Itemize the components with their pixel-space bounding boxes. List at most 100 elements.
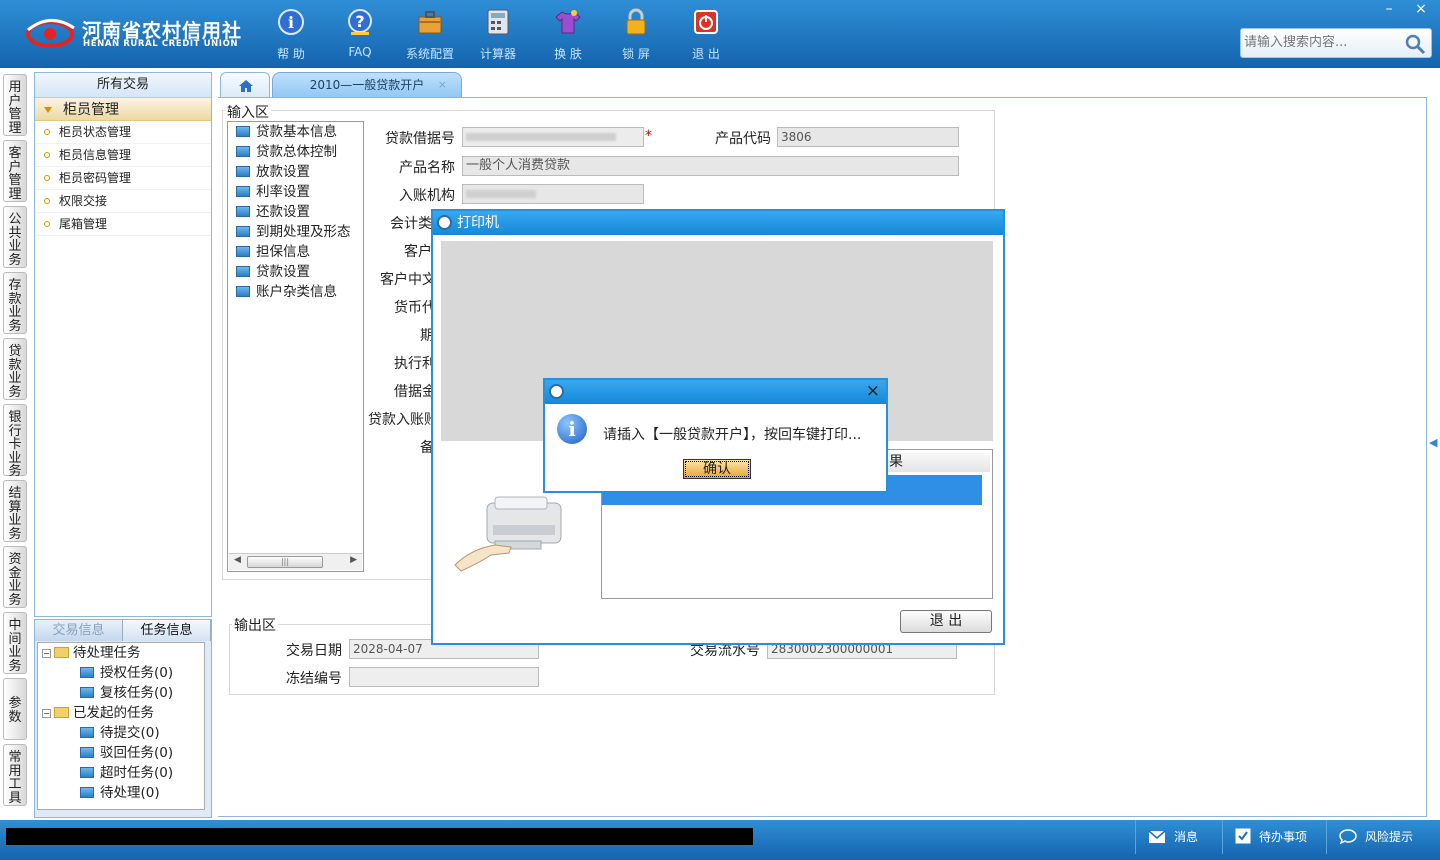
- exit-button[interactable]: 退 出: [678, 8, 734, 62]
- task-node-label: 驳回任务(0): [100, 745, 174, 761]
- faq-button[interactable]: ? FAQ: [332, 8, 388, 62]
- menu-item-teller-password[interactable]: 柜员密码管理: [35, 167, 211, 190]
- vtab-settlement-business[interactable]: 结算业务: [3, 480, 27, 542]
- risk-alert-button[interactable]: 风险提示: [1326, 820, 1440, 854]
- todo-button[interactable]: 待办事项: [1222, 820, 1322, 854]
- tab-task-info[interactable]: 任务信息: [123, 620, 211, 641]
- tree-item-loan-settings[interactable]: 贷款设置: [236, 262, 310, 282]
- tab-close-icon[interactable]: ×: [438, 73, 447, 97]
- exit-label: 退 出: [692, 47, 720, 61]
- task-node-pending[interactable]: − 待处理任务: [42, 643, 141, 663]
- folder-icon: [54, 707, 69, 718]
- task-node-label: 复核任务(0): [100, 685, 174, 701]
- task-node-rejected[interactable]: 驳回任务(0): [80, 743, 173, 763]
- vtab-bank-card-business[interactable]: 银行卡业务: [3, 404, 27, 478]
- messages-button[interactable]: 消息: [1135, 820, 1213, 854]
- menu-item-teller-status[interactable]: 柜员状态管理: [35, 121, 211, 144]
- skin-button[interactable]: 换 肤: [540, 8, 596, 62]
- folder-icon: [236, 166, 250, 177]
- envelope-icon: [1148, 830, 1166, 843]
- lock-screen-label: 锁 屏: [622, 47, 650, 61]
- minimize-button[interactable]: –: [1374, 0, 1404, 18]
- vertical-module-tabs: 用户管理 客户管理 公共业务 存款业务 贷款业务 银行卡业务 结算业务 资金业务…: [0, 68, 30, 820]
- tree-item-interest-settings[interactable]: 利率设置: [236, 182, 310, 202]
- product-name-field[interactable]: 一般个人消费贷款: [462, 156, 959, 176]
- vtab-funds-business[interactable]: 资金业务: [3, 546, 27, 608]
- tree-item-maturity-handling[interactable]: 到期处理及形态: [236, 222, 351, 242]
- menu-item-cash-box[interactable]: 尾箱管理: [35, 213, 211, 236]
- tree-item-label: 贷款总体控制: [256, 144, 337, 160]
- tree-item-label: 利率设置: [256, 184, 310, 200]
- task-node-timeout[interactable]: 超时任务(0): [80, 763, 173, 783]
- horizontal-scrollbar[interactable]: ◀ ||| ▶: [229, 553, 362, 570]
- vtab-user-management[interactable]: 用户管理: [3, 74, 27, 136]
- tab-transaction-info[interactable]: 交易信息: [35, 620, 123, 641]
- menu-item-label: 柜员状态管理: [59, 125, 132, 139]
- tree-item-repayment-settings[interactable]: 还款设置: [236, 202, 310, 222]
- collapse-icon[interactable]: −: [42, 709, 51, 718]
- printer-exit-button[interactable]: 退 出: [900, 610, 992, 633]
- vtab-public-business[interactable]: 公共业务: [3, 206, 27, 268]
- search-icon[interactable]: [1403, 32, 1427, 56]
- tree-item-loan-basic-info[interactable]: 贷款基本信息: [236, 122, 337, 142]
- vtab-intermediary-business[interactable]: 中间业务: [3, 612, 27, 674]
- column-header-result[interactable]: 果: [882, 452, 990, 472]
- vtab-loan-business[interactable]: 贷款业务: [3, 338, 27, 400]
- confirm-button[interactable]: 确认: [683, 459, 751, 479]
- tree-item-loan-overall-control[interactable]: 贷款总体控制: [236, 142, 337, 162]
- tree-item-disbursement-settings[interactable]: 放款设置: [236, 162, 310, 182]
- collapse-right-arrow-icon[interactable]: ◀: [1429, 436, 1437, 449]
- home-tab[interactable]: [220, 72, 270, 98]
- entry-org-label: 入账机构: [399, 188, 455, 204]
- dialog-close-icon[interactable]: ×: [866, 381, 880, 401]
- menu-item-permission-handover[interactable]: 权限交接: [35, 190, 211, 213]
- task-node-label: 待提交(0): [100, 725, 160, 741]
- product-code-field[interactable]: 3806: [777, 127, 959, 147]
- loan-no-field[interactable]: [462, 127, 644, 147]
- task-node-label: 待处理(0): [100, 785, 160, 801]
- scroll-right-arrow-icon[interactable]: ▶: [350, 555, 357, 565]
- entry-org-field[interactable]: [462, 184, 644, 204]
- tree-item-account-misc[interactable]: 账户杂类信息: [236, 282, 337, 302]
- information-icon: i: [557, 414, 587, 444]
- tab-label: 2010—一般贷款开户: [309, 78, 425, 92]
- folder-icon: [236, 146, 250, 157]
- vtab-deposit-business[interactable]: 存款业务: [3, 272, 27, 334]
- task-panel: 交易信息 任务信息 − 待处理任务 授权任务(0) 复核任务(0) − 已发起的任务…: [34, 619, 212, 818]
- input-nav-tree: 贷款基本信息 贷款总体控制 放款设置 利率设置 还款设置 到期处理及形态 担保信…: [227, 121, 364, 572]
- tree-item-guarantee-info[interactable]: 担保信息: [236, 242, 310, 262]
- vtab-common-tools[interactable]: 常用工具: [3, 744, 27, 806]
- svg-text:?: ?: [355, 12, 364, 31]
- system-config-button[interactable]: 系统配置: [402, 8, 458, 62]
- tab-loan-account-opening[interactable]: 2010—一般贷款开户 ×: [272, 72, 462, 98]
- toolbox-icon: [418, 11, 442, 34]
- close-window-button[interactable]: ×: [1406, 0, 1436, 18]
- freeze-no-field[interactable]: [349, 667, 539, 687]
- menu-item-teller-info[interactable]: 柜员信息管理: [35, 144, 211, 167]
- collapse-icon[interactable]: −: [42, 649, 51, 658]
- printer-window-titlebar: 打印机: [433, 211, 1003, 235]
- task-node-to-process[interactable]: 待处理(0): [80, 783, 160, 803]
- folder-icon: [236, 126, 250, 137]
- search-input[interactable]: [1244, 35, 1404, 50]
- vtab-parameters[interactable]: 参数: [3, 678, 27, 740]
- calculator-button[interactable]: 计算器: [470, 8, 526, 62]
- task-node-review[interactable]: 复核任务(0): [80, 683, 173, 703]
- scroll-left-arrow-icon[interactable]: ◀: [234, 555, 241, 565]
- help-button[interactable]: i 帮 助: [263, 8, 319, 62]
- all-transactions-header[interactable]: 所有交易: [35, 73, 211, 97]
- tree-item-label: 放款设置: [256, 164, 310, 180]
- vtab-customer-management[interactable]: 客户管理: [3, 140, 27, 202]
- messages-label: 消息: [1174, 830, 1199, 844]
- app-icon: [549, 384, 564, 399]
- scroll-thumb[interactable]: |||: [247, 556, 323, 568]
- bullet-icon: [44, 129, 50, 135]
- dialog-message: 请插入【一般贷款开户】，按回车键打印...: [603, 427, 862, 443]
- status-bar: 消息 待办事项 风险提示: [0, 820, 1440, 860]
- teller-management-group[interactable]: 柜员管理: [35, 97, 211, 121]
- lock-screen-button[interactable]: 锁 屏: [608, 8, 664, 62]
- lock-icon: [626, 8, 646, 35]
- task-node-to-submit[interactable]: 待提交(0): [80, 723, 160, 743]
- task-node-authorize[interactable]: 授权任务(0): [80, 663, 173, 683]
- task-node-started[interactable]: − 已发起的任务: [42, 703, 154, 723]
